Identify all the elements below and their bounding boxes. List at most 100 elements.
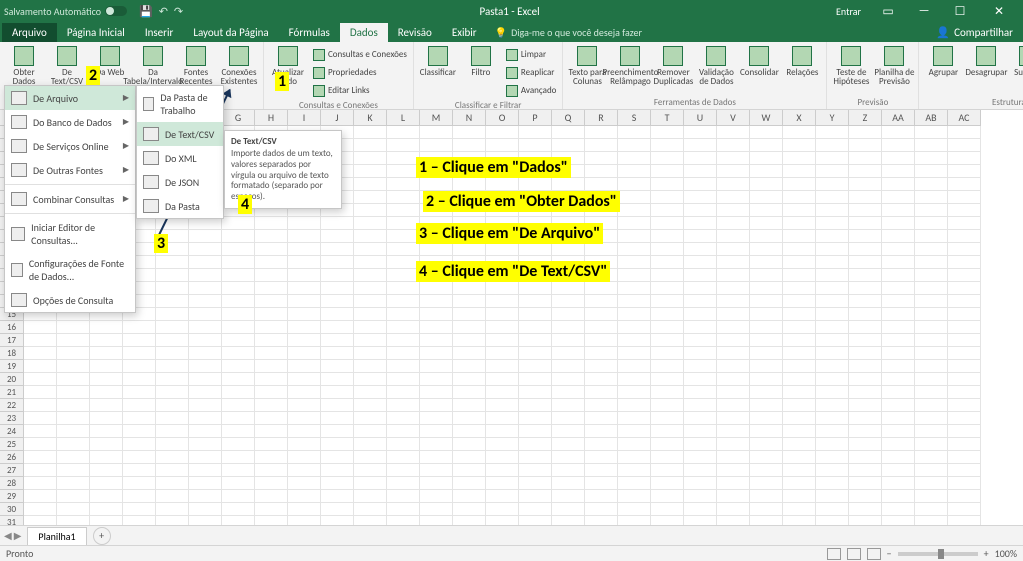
- advanced-icon: [506, 85, 518, 97]
- connections-icon: [229, 46, 249, 66]
- separator: [5, 184, 135, 185]
- menu-do-banco[interactable]: Do Banco de Dados▶: [5, 110, 135, 134]
- add-sheet-button[interactable]: +: [93, 527, 111, 545]
- consolidar-button[interactable]: Consolidar: [738, 44, 780, 96]
- subtotal-button[interactable]: Subtotal: [1008, 44, 1023, 96]
- consolidate-icon: [749, 46, 769, 66]
- menu-iniciar-editor[interactable]: Iniciar Editor de Consultas...: [5, 216, 135, 252]
- planilha-previsao-button[interactable]: Planilha de Previsão: [873, 44, 915, 96]
- zoom-level: 100%: [995, 547, 1017, 560]
- chevron-left-icon: ◀: [4, 529, 12, 542]
- links-icon: [313, 85, 325, 97]
- sheet-nav[interactable]: ◀▶: [0, 529, 25, 542]
- combine-icon: [11, 192, 27, 206]
- autosave-label: Salvamento Automático: [4, 5, 101, 18]
- zoom-out-icon[interactable]: −: [887, 547, 892, 560]
- maximize-icon[interactable]: ☐: [943, 0, 977, 22]
- dedup-icon: [663, 46, 683, 66]
- separator: [5, 213, 135, 214]
- tab-inserir[interactable]: Inserir: [135, 23, 184, 42]
- tab-layout[interactable]: Layout da Página: [183, 23, 278, 42]
- minimize-icon[interactable]: —: [907, 0, 941, 22]
- group-previsao-label: Previsão: [830, 96, 915, 109]
- reaplicar-button[interactable]: Reaplicar: [503, 64, 560, 81]
- tab-arquivo[interactable]: Arquivo: [2, 23, 57, 42]
- database-icon: [14, 46, 34, 66]
- share-button[interactable]: 👤 Compartilhar: [926, 23, 1023, 42]
- submenu-de-text-csv[interactable]: De Text/CSV: [137, 122, 223, 146]
- chevron-right-icon: ▶: [123, 117, 129, 127]
- propriedades-button[interactable]: Propriedades: [310, 64, 410, 81]
- sheet-tab-bar: ◀▶ Planilha1 +: [0, 525, 1023, 545]
- tab-exibir[interactable]: Exibir: [442, 23, 487, 42]
- submenu-da-pasta[interactable]: Da Pasta: [137, 194, 223, 218]
- classificar-button[interactable]: Classificar: [417, 44, 459, 99]
- chevron-right-icon: ▶: [123, 194, 129, 204]
- desagrupar-button[interactable]: Desagrupar: [965, 44, 1007, 96]
- menu-combinar[interactable]: Combinar Consultas▶: [5, 187, 135, 211]
- chevron-right-icon: ▶: [14, 529, 22, 542]
- agrupar-button[interactable]: Agrupar: [922, 44, 964, 96]
- view-normal-icon[interactable]: [827, 548, 841, 560]
- instruction-2: 2 – Clique em "Obter Dados": [423, 192, 620, 211]
- props-icon: [313, 67, 325, 79]
- submenu-da-pasta-trabalho[interactable]: Da Pasta de Trabalho: [137, 86, 223, 122]
- refresh-icon: [278, 46, 298, 66]
- filtro-button[interactable]: Filtro: [460, 44, 502, 99]
- ribbon-options-icon[interactable]: ▭: [871, 0, 905, 22]
- folder-icon: [11, 91, 27, 105]
- view-layout-icon[interactable]: [847, 548, 861, 560]
- tab-formulas[interactable]: Fórmulas: [279, 23, 340, 42]
- validacao-button[interactable]: Validação de Dados: [695, 44, 737, 96]
- view-break-icon[interactable]: [867, 548, 881, 560]
- chevron-right-icon: ▶: [123, 165, 129, 175]
- query-icon: [313, 49, 325, 61]
- csv-icon: [57, 46, 77, 66]
- bulb-icon: 💡: [495, 26, 507, 39]
- obter-dados-menu: De Arquivo▶ Do Banco de Dados▶ De Serviç…: [4, 85, 136, 313]
- instruction-4: 4 – Clique em "De Text/CSV": [416, 262, 610, 281]
- csv-file-icon: [143, 127, 159, 141]
- zoom-slider[interactable]: [898, 552, 978, 556]
- workbook-icon: [143, 97, 154, 111]
- consultas-conexoes-button[interactable]: Consultas e Conexões: [310, 46, 410, 63]
- menu-config-fonte[interactable]: Configurações de Fonte de Dados...: [5, 252, 135, 288]
- share-label: Compartilhar: [954, 26, 1013, 39]
- sheet-tab-planilha1[interactable]: Planilha1: [27, 527, 86, 545]
- tab-dados[interactable]: Dados: [340, 23, 388, 42]
- zoom-in-icon[interactable]: +: [984, 547, 989, 560]
- tell-me[interactable]: 💡 Diga-me o que você deseja fazer: [487, 23, 650, 42]
- table-icon: [143, 46, 163, 66]
- editar-links-button[interactable]: Editar Links: [310, 82, 410, 99]
- submenu-do-xml[interactable]: Do XML: [137, 146, 223, 170]
- marker-2: 2: [86, 66, 100, 85]
- chevron-right-icon: ▶: [123, 141, 129, 151]
- menu-de-arquivo[interactable]: De Arquivo▶: [5, 86, 135, 110]
- tab-pagina-inicial[interactable]: Página Inicial: [57, 23, 135, 42]
- close-icon[interactable]: ✕: [979, 0, 1019, 22]
- tooltip-title: De Text/CSV: [231, 136, 335, 147]
- preenchimento-button[interactable]: Preenchimento Relâmpago: [609, 44, 651, 96]
- teste-hipoteses-button[interactable]: Teste de Hipóteses: [830, 44, 872, 96]
- save-icon[interactable]: 💾: [139, 5, 153, 18]
- share-icon: 👤: [936, 26, 950, 39]
- undo-icon[interactable]: ↶: [159, 5, 168, 18]
- submenu-de-json[interactable]: De JSON: [137, 170, 223, 194]
- autosave-toggle[interactable]: Salvamento Automático: [4, 5, 127, 18]
- textcol-icon: [577, 46, 597, 66]
- relacoes-button[interactable]: Relações: [781, 44, 823, 96]
- chevron-right-icon: ▶: [123, 93, 129, 103]
- group-ferramentas-label: Ferramentas de Dados: [566, 96, 823, 109]
- login-link[interactable]: Entrar: [828, 5, 869, 18]
- menu-de-outras[interactable]: De Outras Fontes▶: [5, 158, 135, 182]
- options-icon: [11, 293, 27, 307]
- menu-de-servicos[interactable]: De Serviços Online▶: [5, 134, 135, 158]
- web-icon: [100, 46, 120, 66]
- tab-revisao[interactable]: Revisão: [388, 23, 442, 42]
- menu-opcoes[interactable]: Opções de Consulta: [5, 288, 135, 312]
- avancado-button[interactable]: Avançado: [503, 82, 560, 99]
- redo-icon[interactable]: ↷: [174, 5, 183, 18]
- marker-1: 1: [275, 72, 289, 91]
- limpar-button[interactable]: Limpar: [503, 46, 560, 63]
- remover-duplicadas-button[interactable]: Remover Duplicadas: [652, 44, 694, 96]
